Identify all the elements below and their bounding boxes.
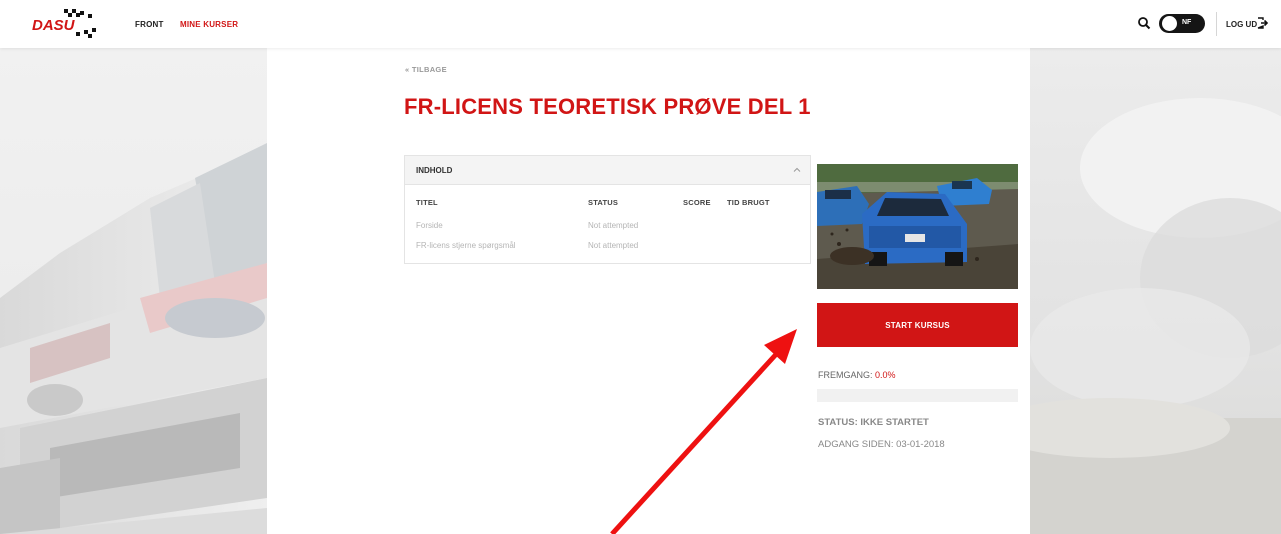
contents-panel: INDHOLD TITEL STATUS SCORE TID BRUGT For… bbox=[404, 155, 811, 264]
background-dust-image bbox=[1030, 48, 1281, 534]
row-2-status: Not attempted bbox=[588, 241, 639, 250]
logout-icon[interactable] bbox=[1257, 17, 1269, 29]
page-title: FR-LICENS TEORETISK PRØVE DEL 1 bbox=[404, 94, 811, 119]
toggle-label: NF bbox=[1182, 19, 1192, 26]
course-status: STATUS: IKKE STARTET bbox=[818, 417, 929, 428]
row-1-status: Not attempted bbox=[588, 221, 639, 230]
background-rally-car-image bbox=[0, 48, 267, 534]
top-navigation-bar: DASU FRONT MINE KURSER NF LOG UD bbox=[0, 0, 1281, 48]
nav-front[interactable]: FRONT bbox=[135, 20, 164, 29]
logout-link[interactable]: LOG UD bbox=[1226, 20, 1257, 29]
row-2-title-link[interactable]: FR-licens stjerne spørgsmål bbox=[416, 241, 516, 250]
search-icon[interactable] bbox=[1137, 16, 1151, 30]
chevron-up-icon[interactable] bbox=[793, 166, 801, 174]
column-header-score: SCORE bbox=[683, 198, 711, 207]
contents-panel-title: INDHOLD bbox=[416, 166, 453, 175]
contents-panel-header[interactable]: INDHOLD bbox=[405, 156, 810, 185]
header-divider bbox=[1216, 12, 1217, 36]
nf-toggle-switch[interactable]: NF bbox=[1159, 14, 1205, 33]
column-header-time: TID BRUGT bbox=[727, 198, 770, 207]
nav-mine-kurser[interactable]: MINE KURSER bbox=[180, 20, 238, 29]
dasu-logo[interactable]: DASU bbox=[30, 8, 104, 40]
column-header-title: TITEL bbox=[416, 198, 438, 207]
column-header-status: STATUS bbox=[588, 198, 619, 207]
progress-label-text: FREMGANG: bbox=[818, 370, 873, 380]
course-image bbox=[817, 164, 1018, 289]
toggle-knob bbox=[1162, 16, 1177, 31]
svg-text:DASU: DASU bbox=[32, 17, 76, 34]
row-1-title-link[interactable]: Forside bbox=[416, 221, 443, 230]
back-link[interactable]: « TILBAGE bbox=[405, 65, 447, 74]
progress-bar bbox=[817, 389, 1018, 402]
main-content-area bbox=[267, 48, 1030, 534]
access-since: ADGANG SIDEN: 03-01-2018 bbox=[818, 439, 945, 450]
progress-label: FREMGANG: 0.0% bbox=[818, 370, 896, 380]
progress-value: 0.0% bbox=[875, 370, 896, 380]
start-course-button[interactable]: START KURSUS bbox=[817, 303, 1018, 347]
